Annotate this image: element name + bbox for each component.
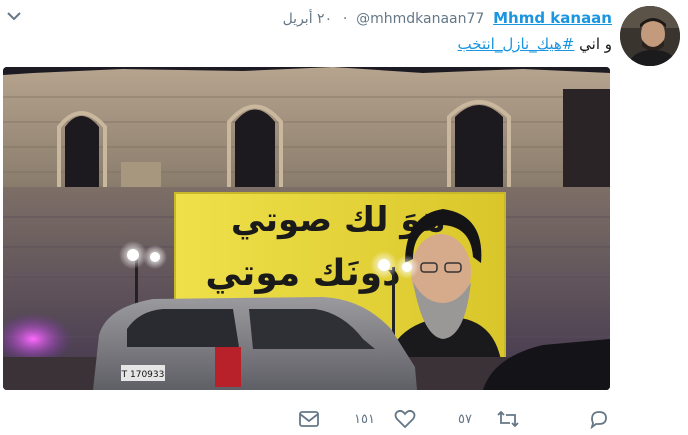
author-name[interactable]: Mhmd kanaan [493, 9, 612, 27]
header-separator: · [342, 11, 348, 27]
envelope-icon[interactable] [298, 404, 320, 434]
car: T 170933 [93, 297, 417, 390]
car-plate: T 170933 [121, 370, 165, 380]
tweet-card: ٢٠ أبريل · @mhmdkanaan77 Mhmd kanaan و ا… [0, 0, 688, 435]
reply-icon[interactable] [588, 404, 610, 434]
hashtag-link[interactable]: #هيك_نازل_انتخب [458, 35, 575, 53]
tweet-photo[interactable]: هوَ لك صوتي دونَك موتي T 170933 [3, 67, 610, 390]
heart-icon[interactable] [394, 404, 416, 434]
tweet-text: و اني #هيك_نازل_انتخب [458, 34, 612, 54]
tweet-header: ٢٠ أبريل · @mhmdkanaan77 Mhmd kanaan [283, 8, 612, 28]
tweet-text-prefix: و اني [574, 35, 612, 53]
retweet-icon[interactable] [496, 404, 520, 434]
tweet-actions: ١٥١ ٥٧ [0, 404, 688, 434]
retweet-count: ٥٧ [458, 411, 472, 427]
chevron-down-icon[interactable] [6, 8, 22, 22]
avatar[interactable] [620, 6, 680, 66]
tweet-date[interactable]: ٢٠ أبريل [283, 11, 333, 27]
author-handle[interactable]: @mhmdkanaan77 [356, 11, 484, 27]
like-count: ١٥١ [354, 411, 375, 427]
